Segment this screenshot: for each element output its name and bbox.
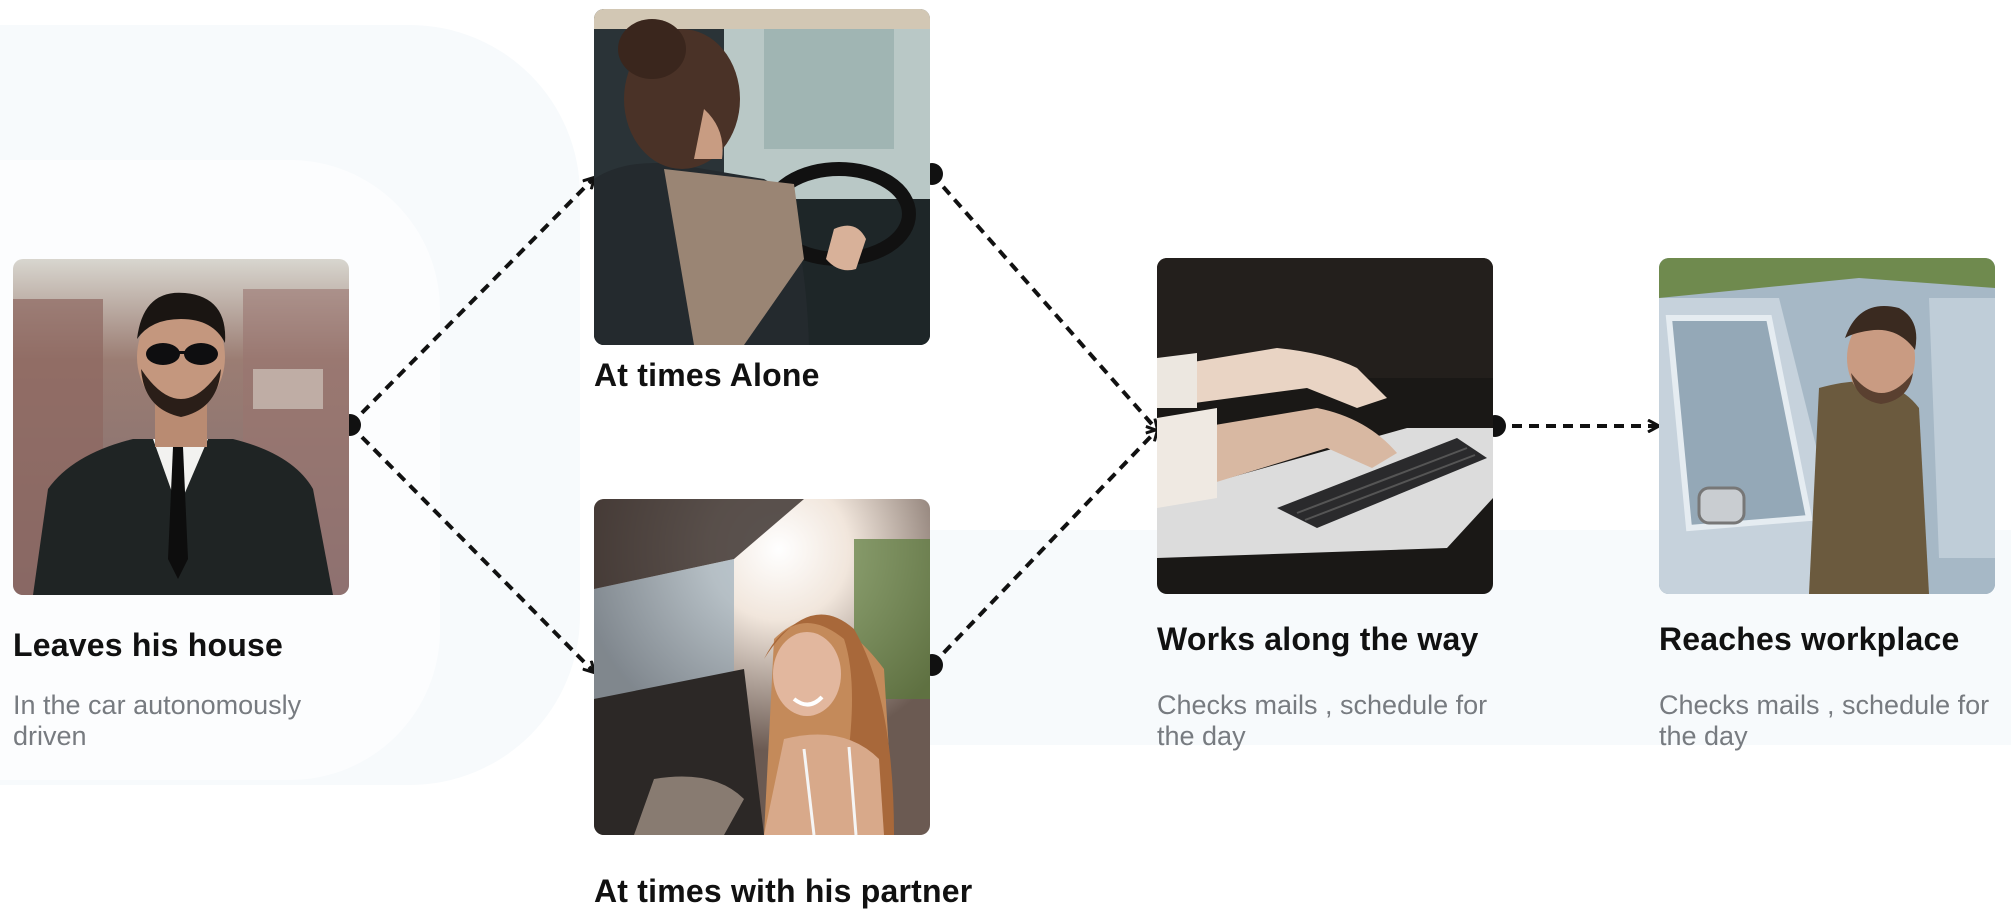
step-title-alone: At times Alone — [594, 357, 820, 393]
leaves-house-photo — [13, 259, 349, 595]
with-partner-photo — [594, 499, 930, 835]
driving-alone-photo — [594, 9, 930, 345]
step-title-reaches-workplace: Reaches workplace — [1659, 621, 1960, 657]
connector-alone-to-works — [930, 172, 1157, 430]
working-laptop-photo — [1157, 258, 1493, 594]
step-description-reaches-workplace: Checks mails , schedule for the day — [1659, 690, 1990, 751]
connector-leaves-to-partner — [348, 423, 594, 672]
connector-leaves-to-alone — [348, 178, 594, 427]
reaches-workplace-photo — [1659, 258, 1995, 594]
step-description-works: Checks mails , schedule for the day — [1157, 690, 1488, 751]
connector-partner-to-works — [930, 430, 1157, 667]
step-title-with-partner: At times with his partner — [594, 873, 973, 909]
step-title-works: Works along the way — [1157, 621, 1479, 657]
step-title-leaves-house: Leaves his house — [13, 627, 283, 663]
step-description-leaves-house: In the car autonomously driven — [13, 690, 302, 751]
